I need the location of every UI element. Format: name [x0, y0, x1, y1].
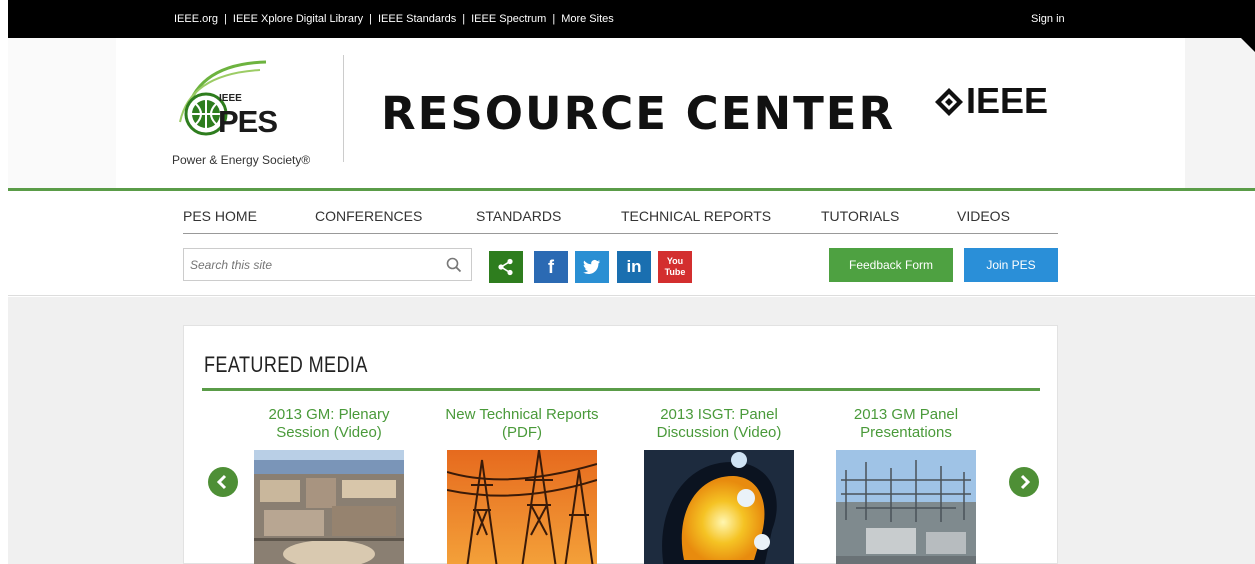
featured-media-card: FEATURED MEDIA 2013 GM: Plenary Session …	[183, 325, 1058, 564]
nav-videos[interactable]: VIDEOS	[957, 208, 1010, 224]
media-item[interactable]: New Technical Reports (PDF)	[437, 406, 607, 564]
search-input[interactable]	[190, 257, 430, 273]
search-box	[183, 248, 472, 281]
header-green-rule	[8, 188, 1255, 191]
chevron-right-icon	[1020, 474, 1031, 490]
ieee-logo[interactable]: IEEE	[934, 80, 1048, 122]
twitter-icon	[583, 259, 600, 274]
sign-in-link[interactable]: Sign in	[1031, 13, 1065, 25]
media-item[interactable]: 2013 GM: Plenary Session (Video)	[244, 406, 414, 564]
ieee-diamond-icon	[935, 88, 963, 116]
media-item[interactable]: 2013 GM Panel Presentations	[821, 406, 991, 564]
linkedin-icon[interactable]: in	[617, 251, 651, 283]
search-icon[interactable]	[446, 257, 462, 273]
link-ieee-xplore[interactable]: IEEE Xplore Digital Library	[233, 13, 363, 25]
top-bar: IEEE.org | IEEE Xplore Digital Library | IEE…	[8, 0, 1255, 38]
nav-pes-home[interactable]: PES HOME	[183, 208, 257, 224]
share-icon	[498, 258, 513, 276]
chevron-left-icon	[216, 474, 227, 490]
share-button[interactable]	[489, 251, 523, 283]
media-caption[interactable]: 2013 ISGT: Panel Discussion (Video)	[634, 406, 804, 444]
media-caption[interactable]: 2013 GM Panel Presentations	[821, 406, 991, 444]
nav-tutorials[interactable]: TUTORIALS	[821, 208, 899, 224]
ieee-small-text: IEEE	[219, 93, 242, 104]
nav-conferences[interactable]: CONFERENCES	[315, 208, 422, 224]
link-more-sites[interactable]: More Sites	[561, 13, 614, 25]
carousel-prev-button[interactable]	[208, 467, 238, 497]
media-thumbnail-towers[interactable]	[447, 450, 597, 564]
ieee-wordmark: IEEE	[966, 80, 1049, 121]
pes-tagline: Power & Energy Society®	[172, 153, 311, 167]
ieee-site-links: IEEE.org | IEEE Xplore Digital Library | IEE…	[174, 13, 614, 25]
media-thumbnail-substation[interactable]	[836, 450, 976, 564]
banner-shade-right	[1185, 38, 1255, 188]
media-item[interactable]: 2013 ISGT: Panel Discussion (Video)	[634, 406, 804, 564]
corner-fold	[1241, 38, 1255, 52]
banner-shade-left	[8, 38, 116, 188]
twitter-button[interactable]	[575, 251, 609, 283]
nav-standards[interactable]: STANDARDS	[476, 208, 561, 224]
media-caption[interactable]: New Technical Reports (PDF)	[437, 406, 607, 444]
pes-wordmark: PES	[218, 104, 278, 139]
feedback-form-button[interactable]: Feedback Form	[829, 248, 953, 282]
media-caption[interactable]: 2013 GM: Plenary Session (Video)	[244, 406, 414, 444]
carousel-next-button[interactable]	[1009, 467, 1039, 497]
media-thumbnail-head[interactable]	[644, 450, 794, 564]
join-pes-button[interactable]: Join PES	[964, 248, 1058, 282]
facebook-icon[interactable]: f	[534, 251, 568, 283]
pes-logo[interactable]: IEEE PES Power & Energy Society®	[166, 56, 316, 172]
link-ieee-org[interactable]: IEEE.org	[174, 13, 218, 25]
featured-green-rule	[202, 388, 1040, 391]
media-thumbnail-city[interactable]	[254, 450, 404, 564]
link-ieee-spectrum[interactable]: IEEE Spectrum	[471, 13, 546, 25]
logo-divider	[343, 55, 344, 162]
page-title: RESOURCE CENTER	[381, 87, 896, 140]
nav-technical-reports[interactable]: TECHNICAL REPORTS	[621, 208, 771, 224]
main-nav: PES HOME CONFERENCES STANDARDS TECHNICAL…	[183, 208, 1058, 234]
featured-media-heading: FEATURED MEDIA	[204, 352, 368, 377]
youtube-icon[interactable]: You Tube	[658, 251, 692, 283]
link-ieee-standards[interactable]: IEEE Standards	[378, 13, 456, 25]
